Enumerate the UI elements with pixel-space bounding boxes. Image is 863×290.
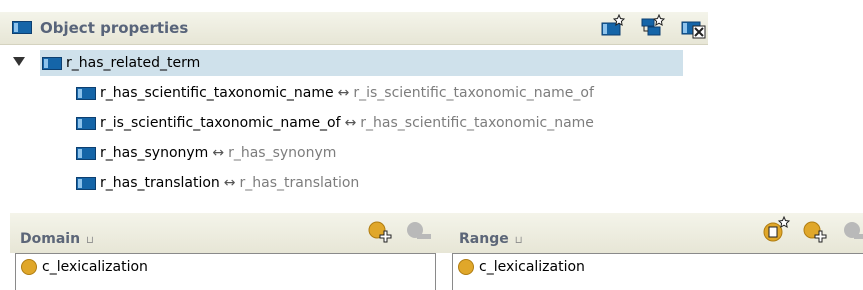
add-range-datarange-icon[interactable] (762, 215, 792, 245)
range-list[interactable]: c_lexicalization (452, 253, 863, 290)
class-name: c_lexicalization (42, 259, 148, 275)
delete-property-icon[interactable] (680, 16, 708, 40)
inverse-property-name: r_has_synonym (228, 145, 337, 161)
tree-item[interactable]: r_is_scientific_taxonomic_name_of ↔ r_ha… (76, 111, 594, 135)
inverse-property-name: r_has_translation (239, 175, 360, 191)
object-property-icon (76, 116, 96, 130)
property-name: r_has_scientific_taxonomic_name (100, 85, 334, 101)
add-subproperty-icon[interactable] (600, 14, 626, 38)
range-title: Range ⊔ (459, 231, 523, 247)
inverse-arrow-icon: ↔ (223, 175, 236, 191)
range-list-item[interactable]: c_lexicalization (458, 259, 585, 275)
domain-header: Domain ⊔ (10, 213, 446, 253)
object-property-icon (76, 86, 96, 100)
class-icon (21, 259, 37, 275)
tree-item[interactable]: r_has_synonym ↔ r_has_synonym (76, 141, 336, 165)
inverse-arrow-icon: ↔ (212, 145, 225, 161)
property-name: r_has_synonym (100, 145, 209, 161)
property-name: r_has_translation (100, 175, 220, 191)
tree-item[interactable]: r_has_translation ↔ r_has_translation (76, 171, 359, 195)
object-properties-header: Object properties (0, 12, 708, 45)
add-domain-class-icon[interactable] (367, 220, 393, 246)
inverse-arrow-icon: ↔ (344, 115, 357, 131)
tree-item[interactable]: r_has_scientific_taxonomic_name ↔ r_is_s… (76, 81, 594, 105)
inverse-property-name: r_has_scientific_taxonomic_name (360, 115, 594, 131)
class-name: c_lexicalization (479, 259, 585, 275)
range-header: Range ⊔ (446, 213, 863, 253)
panel-title: Object properties (40, 19, 189, 37)
remove-range-class-icon[interactable] (842, 220, 863, 246)
tree-root-item[interactable]: r_has_related_term (42, 51, 200, 75)
domain-title: Domain ⊔ (20, 231, 94, 247)
range-tag-icon: ⊔ (514, 235, 523, 246)
inverse-property-name: r_is_scientific_taxonomic_name_of (353, 85, 594, 101)
object-property-icon (76, 176, 96, 190)
collapse-toggle-icon[interactable] (13, 57, 25, 66)
property-name: r_is_scientific_taxonomic_name_of (100, 115, 341, 131)
tree-item-label: r_has_related_term (66, 55, 201, 71)
domain-list-item[interactable]: c_lexicalization (21, 259, 148, 275)
object-property-icon (76, 146, 96, 160)
class-icon (458, 259, 474, 275)
inverse-arrow-icon: ↔ (337, 85, 350, 101)
remove-domain-class-icon[interactable] (405, 220, 435, 246)
domain-list[interactable]: c_lexicalization (15, 253, 436, 290)
add-range-class-icon[interactable] (802, 220, 828, 246)
object-property-icon (12, 21, 32, 34)
add-sibling-property-icon[interactable] (640, 14, 666, 38)
domain-tag-icon: ⊔ (86, 235, 94, 246)
object-property-icon (42, 56, 62, 70)
